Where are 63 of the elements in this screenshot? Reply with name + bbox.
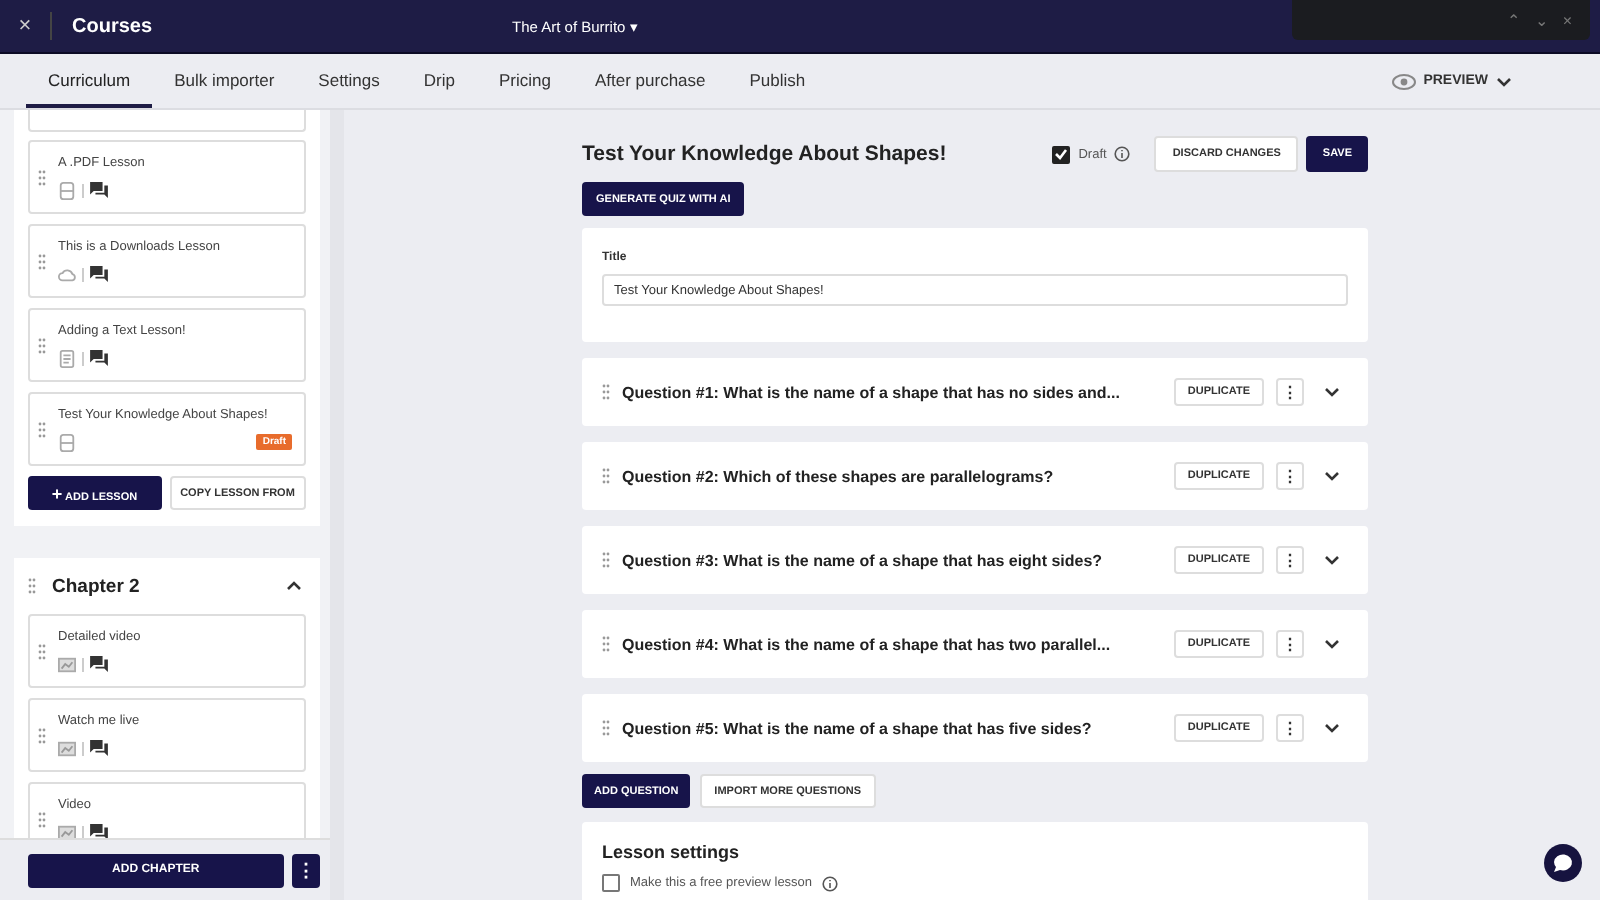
drag-handle-icon[interactable] <box>38 643 46 659</box>
comments-icon <box>90 824 108 838</box>
more-button[interactable]: ⋮ <box>1276 714 1304 742</box>
question-title: Question #2: Which of these shapes are parallelograms? <box>622 467 1056 485</box>
video-icon <box>58 655 76 673</box>
tab[interactable]: Settings <box>296 54 402 108</box>
comments-icon <box>90 656 108 672</box>
comments-icon <box>90 182 108 198</box>
cloud-icon <box>58 265 76 283</box>
tab[interactable]: Publish <box>727 54 828 108</box>
next-button[interactable]: ⌄ <box>1532 11 1551 29</box>
question-title: Question #4: What is the name of a shape that has two parallel... <box>622 635 1113 653</box>
document-icon <box>58 433 76 451</box>
tab[interactable]: Pricing <box>476 54 573 108</box>
chat-icon[interactable] <box>1544 844 1582 882</box>
drag-handle-icon[interactable] <box>602 384 610 400</box>
info-icon[interactable] <box>822 875 839 891</box>
free-preview-checkbox[interactable] <box>602 874 620 892</box>
chevron-down-icon[interactable] <box>1324 554 1340 566</box>
close-button[interactable]: × <box>1560 11 1574 29</box>
comments-icon <box>90 740 108 756</box>
previous-button[interactable]: ⌃ <box>1504 11 1523 29</box>
draft-checkbox[interactable] <box>1052 145 1071 163</box>
drag-handle-icon[interactable] <box>602 468 610 484</box>
drag-handle-icon[interactable] <box>38 253 46 269</box>
drag-handle-icon[interactable] <box>38 421 46 437</box>
chevron-down-icon[interactable] <box>1324 386 1340 398</box>
document-icon <box>58 349 76 367</box>
question-title: Question #1: What is the name of a shape that has no sides and... <box>622 383 1122 401</box>
video-icon <box>58 739 76 757</box>
drag-handle-icon[interactable] <box>38 169 46 185</box>
info-icon[interactable] <box>1114 146 1131 162</box>
drag-handle-icon[interactable] <box>602 636 610 652</box>
lesson-heading: Test Your Knowledge About Shapes! <box>582 142 949 166</box>
document-icon <box>58 181 76 199</box>
more-button[interactable]: ⋮ <box>1276 378 1304 406</box>
chevron-down-icon[interactable] <box>1496 75 1512 87</box>
drag-handle-icon[interactable] <box>602 720 610 736</box>
more-button[interactable]: ⋮ <box>1276 462 1304 490</box>
drag-handle-icon[interactable] <box>38 337 46 353</box>
chapter-title: Chapter 2 <box>52 575 142 597</box>
section-heading: Lesson settings <box>602 842 742 862</box>
drag-handle-icon[interactable] <box>38 727 46 743</box>
close-button[interactable]: × <box>0 12 52 40</box>
chevron-down-icon[interactable] <box>1324 470 1340 482</box>
tab[interactable]: After purchase <box>572 54 728 108</box>
drag-handle-icon[interactable] <box>38 811 46 827</box>
tab[interactable]: Bulk importer <box>152 54 297 108</box>
more-button[interactable]: ⋮ <box>1276 546 1304 574</box>
more-button[interactable]: ⋮ <box>291 853 320 887</box>
drag-handle-icon[interactable] <box>602 552 610 568</box>
more-button[interactable]: ⋮ <box>1276 630 1304 658</box>
eye-icon <box>1391 73 1416 89</box>
comments-icon <box>90 350 108 366</box>
question-title: Question #3: What is the name of a shape that has eight sides? <box>622 551 1105 569</box>
drag-handle-icon[interactable] <box>28 578 36 594</box>
question-title: Question #5: What is the name of a shape that has five sides? <box>622 719 1094 737</box>
chevron-down-icon[interactable] <box>1324 638 1340 650</box>
tab[interactable]: Drip <box>401 54 477 108</box>
page-title: Courses <box>72 15 153 37</box>
chevron-down-icon[interactable] <box>1324 722 1340 734</box>
chevron-up-icon[interactable] <box>286 580 302 592</box>
comments-icon <box>90 266 108 282</box>
